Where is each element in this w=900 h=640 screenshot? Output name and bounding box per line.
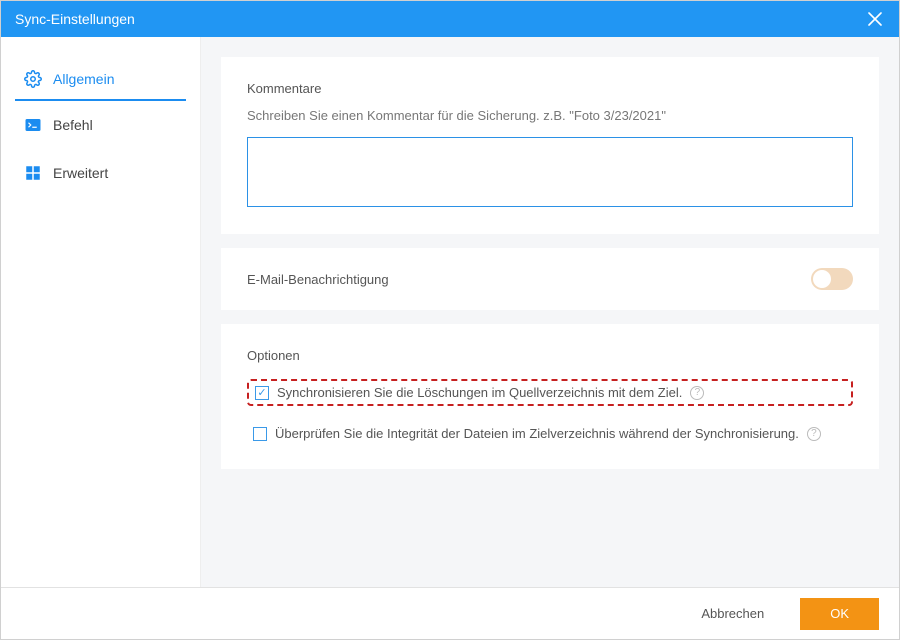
sidebar-item-command[interactable]: Befehl <box>1 101 200 149</box>
options-panel: Optionen ✓ Synchronisieren Sie die Lösch… <box>221 324 879 469</box>
option-sync-deletions[interactable]: ✓ Synchronisieren Sie die Löschungen im … <box>247 379 853 406</box>
cancel-button[interactable]: Abbrechen <box>679 598 786 630</box>
sidebar: Allgemein Befehl Erweitert <box>1 37 201 587</box>
sidebar-item-general[interactable]: Allgemein <box>15 55 186 101</box>
window-title: Sync-Einstellungen <box>15 11 135 27</box>
footer: Abbrechen OK <box>1 587 899 639</box>
sidebar-item-advanced[interactable]: Erweitert <box>1 149 200 197</box>
titlebar: Sync-Einstellungen <box>1 1 899 37</box>
comments-hint: Schreiben Sie einen Kommentar für die Si… <box>247 108 853 123</box>
email-panel: E-Mail-Benachrichtigung <box>221 248 879 310</box>
option-label: Überprüfen Sie die Integrität der Dateie… <box>275 426 799 441</box>
checkbox-verify-integrity[interactable] <box>253 427 267 441</box>
close-icon <box>868 12 882 26</box>
grid-icon <box>23 163 43 183</box>
terminal-icon <box>23 115 43 135</box>
sidebar-item-label: Allgemein <box>53 71 114 87</box>
sidebar-item-label: Erweitert <box>53 165 108 181</box>
option-verify-integrity[interactable]: Überprüfen Sie die Integrität der Dateie… <box>247 422 853 445</box>
main-content: Kommentare Schreiben Sie einen Kommentar… <box>201 37 899 587</box>
help-icon[interactable]: ? <box>690 386 704 400</box>
close-button[interactable] <box>865 9 885 29</box>
comments-panel: Kommentare Schreiben Sie einen Kommentar… <box>221 57 879 234</box>
email-toggle[interactable] <box>811 268 853 290</box>
help-icon[interactable]: ? <box>807 427 821 441</box>
sidebar-item-label: Befehl <box>53 117 93 133</box>
email-label: E-Mail-Benachrichtigung <box>247 272 389 287</box>
option-label: Synchronisieren Sie die Löschungen im Qu… <box>277 385 682 400</box>
ok-button[interactable]: OK <box>800 598 879 630</box>
checkbox-sync-deletions[interactable]: ✓ <box>255 386 269 400</box>
comments-title: Kommentare <box>247 81 853 96</box>
gear-icon <box>23 69 43 89</box>
comment-input[interactable] <box>247 137 853 207</box>
options-title: Optionen <box>247 348 853 363</box>
